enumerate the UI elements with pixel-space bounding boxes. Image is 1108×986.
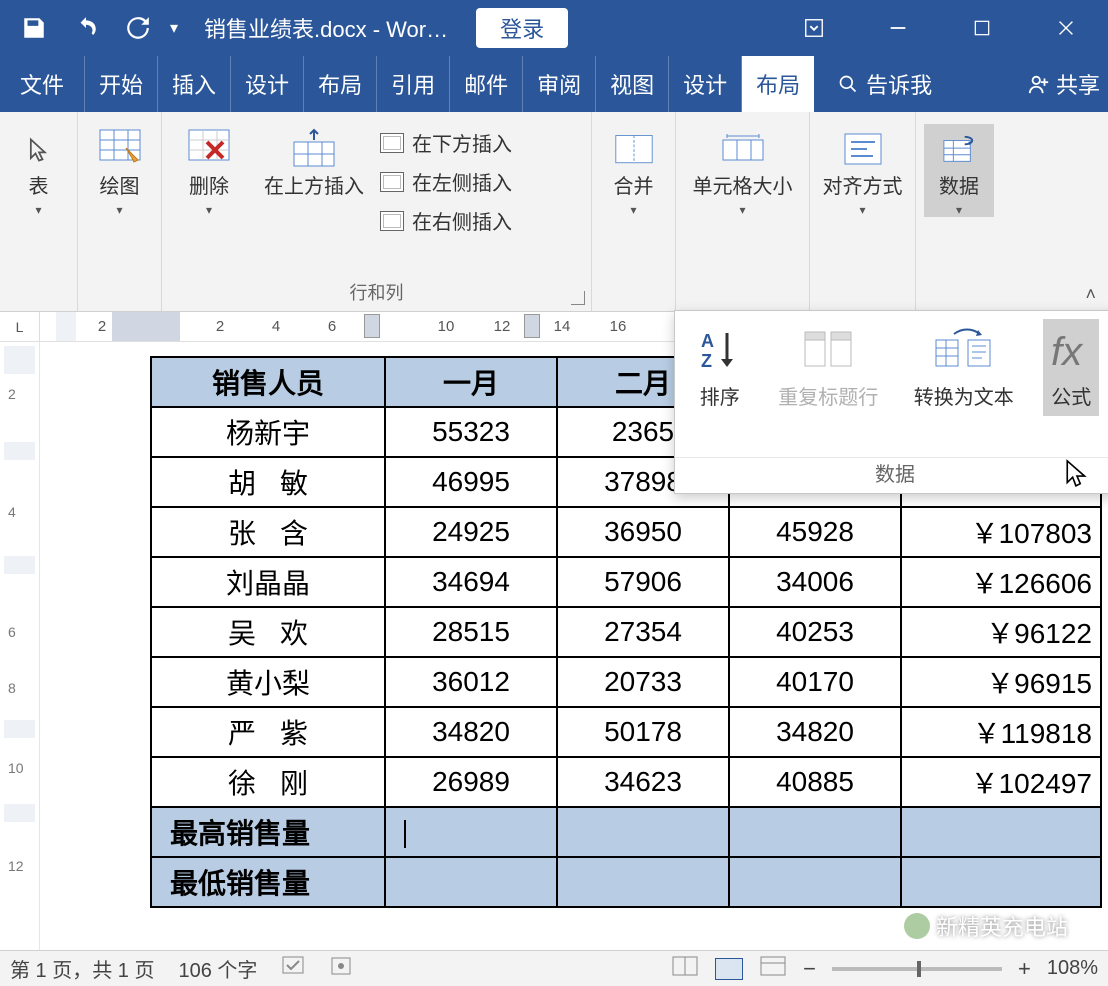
table-row[interactable]: 黄小梨360122073340170￥96915 xyxy=(151,657,1101,707)
collapse-ribbon-button[interactable]: ˄ xyxy=(1085,284,1096,305)
col-header-name[interactable]: 销售人员 xyxy=(151,357,385,407)
merge-button[interactable]: 合并 ▾ xyxy=(600,124,667,217)
convert-to-text-button[interactable]: 转换为文本 xyxy=(908,319,1020,416)
minimize-button[interactable] xyxy=(856,0,940,56)
save-button[interactable] xyxy=(8,0,60,56)
close-button[interactable] xyxy=(1024,0,1108,56)
tab-selector[interactable]: L xyxy=(0,312,40,341)
data-dropdown-panel: AZ 排序 重复标题行 转换为文本 xyxy=(674,310,1108,494)
print-layout-icon[interactable] xyxy=(715,958,743,980)
tab-review[interactable]: 审阅 xyxy=(523,56,596,112)
zoom-in-button[interactable]: + xyxy=(1018,956,1031,982)
document-title: 销售业绩表.docx - Wor… xyxy=(204,12,448,44)
tell-me[interactable]: 告诉我 xyxy=(814,56,946,112)
title-bar: ▾ 销售业绩表.docx - Wor… 登录 xyxy=(0,0,1108,56)
dialog-launcher-icon[interactable] xyxy=(571,291,585,305)
table-row[interactable]: 徐刚269893462340885￥102497 xyxy=(151,757,1101,807)
page[interactable]: 销售人员 一月 二月 杨新宇553232365 胡敏46995378985139… xyxy=(40,342,1108,950)
svg-text:A: A xyxy=(701,331,714,351)
ribbon-tabs: 文件 开始 插入 设计 布局 引用 邮件 审阅 视图 设计 布局 告诉我 共享 xyxy=(0,56,1108,112)
insert-right-button[interactable]: 在右侧插入 xyxy=(380,206,512,235)
draw-grid-icon xyxy=(98,128,142,172)
delete-icon xyxy=(187,128,231,172)
insert-left-icon xyxy=(380,172,404,192)
insert-right-icon xyxy=(380,211,404,231)
formula-button[interactable]: fx 公式 xyxy=(1043,319,1099,416)
tab-table-layout[interactable]: 布局 xyxy=(742,56,814,112)
tab-design[interactable]: 设计 xyxy=(231,56,304,112)
tab-file[interactable]: 文件 xyxy=(0,56,85,112)
zoom-level[interactable]: 108% xyxy=(1047,957,1098,980)
insert-above-button[interactable]: 在上方插入 xyxy=(256,124,372,199)
col-header-jan[interactable]: 一月 xyxy=(385,357,557,407)
repeat-header-button: 重复标题行 xyxy=(772,319,884,416)
proofing-icon[interactable] xyxy=(281,955,305,983)
draw-table-button[interactable]: 绘图 ▾ xyxy=(86,124,153,217)
login-button[interactable]: 登录 xyxy=(476,8,568,48)
watermark-text: 新精英充电站 xyxy=(936,910,1068,942)
read-mode-icon[interactable] xyxy=(671,955,699,983)
watermark: 新精英充电站 xyxy=(904,910,1068,942)
zoom-slider[interactable] xyxy=(832,967,1002,971)
table-row[interactable]: 张含249253695045928￥107803 xyxy=(151,507,1101,557)
undo-button[interactable] xyxy=(60,0,112,56)
maximize-button[interactable] xyxy=(940,0,1024,56)
cell-size-button[interactable]: 单元格大小 ▾ xyxy=(684,124,801,217)
vertical-ruler[interactable]: 2 4 6 8 10 12 xyxy=(0,342,40,950)
data-button[interactable]: 数据 ▾ xyxy=(924,124,994,217)
align-icon xyxy=(841,128,885,172)
delete-button[interactable]: 删除 ▾ xyxy=(170,124,248,217)
insert-left-button[interactable]: 在左侧插入 xyxy=(380,167,512,196)
tab-home[interactable]: 开始 xyxy=(85,56,158,112)
ruler-marker[interactable] xyxy=(524,314,540,338)
share-label: 共享 xyxy=(1056,68,1100,100)
document-area: 2 4 6 8 10 12 销售人员 一月 二月 杨新宇553232365 胡敏… xyxy=(0,342,1108,950)
quick-access-toolbar: ▾ xyxy=(0,0,184,56)
insert-above-icon xyxy=(292,128,336,172)
wechat-icon xyxy=(904,913,930,939)
max-row[interactable]: 最高销售量 xyxy=(151,807,1101,857)
redo-button[interactable] xyxy=(112,0,164,56)
page-indicator[interactable]: 第 1 页，共 1 页 xyxy=(10,954,154,983)
merge-icon xyxy=(612,128,656,172)
word-count[interactable]: 106 个字 xyxy=(178,954,257,983)
status-bar: 第 1 页，共 1 页 106 个字 − + 108% xyxy=(0,950,1108,986)
data-icon xyxy=(937,128,981,172)
tab-view[interactable]: 视图 xyxy=(596,56,669,112)
repeat-header-icon xyxy=(803,325,853,375)
web-layout-icon[interactable] xyxy=(759,955,787,983)
table-row[interactable]: 严紫348205017834820￥119818 xyxy=(151,707,1101,757)
rows-cols-group-label: 行和列 xyxy=(350,283,404,303)
macro-icon[interactable] xyxy=(329,955,353,983)
mouse-cursor-icon xyxy=(1064,458,1090,499)
ribbon: 表 ▾ 绘图 ▾ 删除 ▾ xyxy=(0,112,1108,312)
convert-to-text-icon xyxy=(934,325,994,375)
sort-icon: AZ xyxy=(697,325,743,375)
table-row[interactable]: 刘晶晶346945790634006￥126606 xyxy=(151,557,1101,607)
select-table-button[interactable]: 表 ▾ xyxy=(8,124,69,217)
insert-below-icon xyxy=(380,133,404,153)
qat-customize[interactable]: ▾ xyxy=(164,18,184,38)
tab-layout[interactable]: 布局 xyxy=(304,56,377,112)
tab-mail[interactable]: 邮件 xyxy=(450,56,523,112)
svg-text:Z: Z xyxy=(701,351,712,371)
dropdown-group-label: 数据 xyxy=(675,457,1108,493)
ribbon-display-options[interactable] xyxy=(772,0,856,56)
ruler-marker[interactable] xyxy=(364,314,380,338)
tab-insert[interactable]: 插入 xyxy=(158,56,231,112)
share-button[interactable]: 共享 xyxy=(1014,56,1108,112)
sort-button[interactable]: AZ 排序 xyxy=(691,319,749,416)
min-row[interactable]: 最低销售量 xyxy=(151,857,1101,907)
svg-text:fx: fx xyxy=(1051,330,1084,373)
tab-reference[interactable]: 引用 xyxy=(377,56,450,112)
cell-size-icon xyxy=(721,128,765,172)
zoom-out-button[interactable]: − xyxy=(803,956,816,982)
table-row[interactable]: 吴欢285152735440253￥96122 xyxy=(151,607,1101,657)
align-button[interactable]: 对齐方式 ▾ xyxy=(818,124,907,217)
formula-icon: fx xyxy=(1049,325,1093,375)
cursor-icon xyxy=(17,128,61,172)
tab-table-design[interactable]: 设计 xyxy=(669,56,742,112)
tell-me-label: 告诉我 xyxy=(866,68,932,100)
insert-below-button[interactable]: 在下方插入 xyxy=(380,128,512,157)
